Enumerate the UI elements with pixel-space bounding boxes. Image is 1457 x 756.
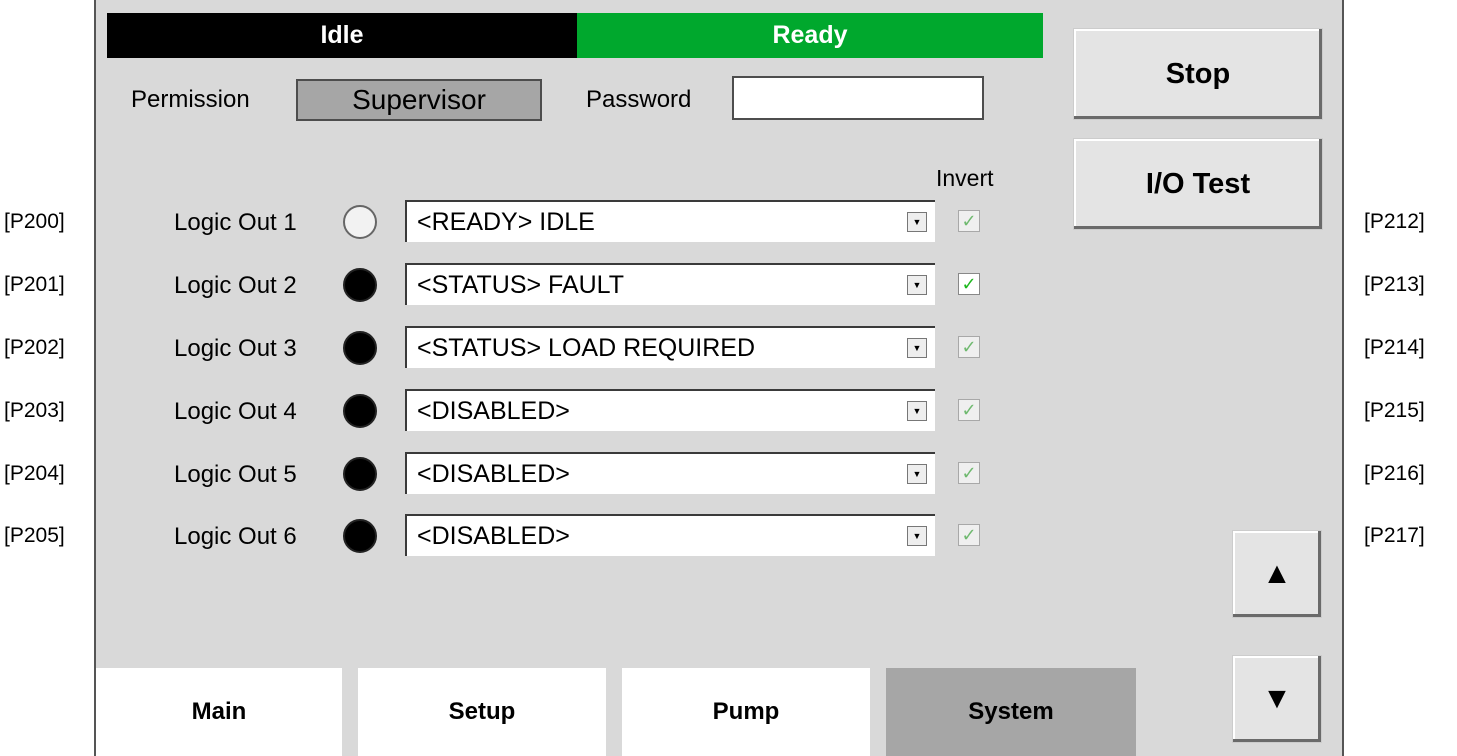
- status-led-3: [343, 331, 377, 365]
- param-right-4: [P215]: [1364, 399, 1425, 422]
- invert-header: Invert: [936, 165, 994, 191]
- logic-out-label-4: Logic Out 4: [174, 398, 297, 425]
- tab-system[interactable]: System: [886, 668, 1136, 756]
- param-left-3: [P202]: [4, 336, 65, 359]
- logic-out-label-2: Logic Out 2: [174, 272, 297, 299]
- param-right-1: [P212]: [1364, 210, 1425, 233]
- logic-out-label-3: Logic Out 3: [174, 335, 297, 362]
- io-test-button[interactable]: I/O Test: [1073, 138, 1323, 230]
- status-led-4: [343, 394, 377, 428]
- tab-main[interactable]: Main: [96, 668, 342, 756]
- status-ready: Ready: [577, 13, 1043, 58]
- logic-out-select-6[interactable]: <DISABLED> ▼: [405, 514, 935, 556]
- invert-checkbox-2[interactable]: ✓: [958, 273, 980, 295]
- param-right-3: [P214]: [1364, 336, 1425, 359]
- status-idle: Idle: [107, 13, 577, 58]
- scroll-up-button[interactable]: ▲: [1232, 530, 1322, 618]
- chevron-down-icon[interactable]: ▼: [907, 464, 927, 484]
- logic-out-label-5: Logic Out 5: [174, 461, 297, 488]
- logic-out-select-3[interactable]: <STATUS> LOAD REQUIRED ▼: [405, 326, 935, 368]
- select-value-6: <DISABLED>: [417, 521, 570, 550]
- stop-button[interactable]: Stop: [1073, 28, 1323, 120]
- status-led-2: [343, 268, 377, 302]
- chevron-down-icon[interactable]: ▼: [907, 338, 927, 358]
- select-value-1: <READY> IDLE: [417, 207, 595, 236]
- param-left-5: [P204]: [4, 462, 65, 485]
- status-led-6: [343, 519, 377, 553]
- chevron-down-icon[interactable]: ▼: [907, 526, 927, 546]
- permission-label: Permission: [131, 86, 250, 113]
- password-label: Password: [586, 86, 692, 113]
- invert-checkbox-3[interactable]: ✓: [958, 336, 980, 358]
- logic-out-label-1: Logic Out 1: [174, 209, 297, 236]
- param-left-1: [P200]: [4, 210, 65, 233]
- param-left-4: [P203]: [4, 399, 65, 422]
- tab-setup[interactable]: Setup: [358, 668, 606, 756]
- logic-out-select-4[interactable]: <DISABLED> ▼: [405, 389, 935, 431]
- invert-checkbox-6[interactable]: ✓: [958, 524, 980, 546]
- tab-pump[interactable]: Pump: [622, 668, 870, 756]
- permission-value[interactable]: Supervisor: [296, 79, 542, 121]
- select-value-4: <DISABLED>: [417, 396, 570, 425]
- param-right-6: [P217]: [1364, 524, 1425, 547]
- param-right-2: [P213]: [1364, 273, 1425, 296]
- scroll-down-button[interactable]: ▼: [1232, 655, 1322, 743]
- logic-out-select-5[interactable]: <DISABLED> ▼: [405, 452, 935, 494]
- param-left-6: [P205]: [4, 524, 65, 547]
- status-led-1: [343, 205, 377, 239]
- param-right-5: [P216]: [1364, 462, 1425, 485]
- chevron-down-icon[interactable]: ▼: [907, 275, 927, 295]
- password-field[interactable]: [732, 76, 984, 120]
- invert-checkbox-5[interactable]: ✓: [958, 462, 980, 484]
- logic-out-label-6: Logic Out 6: [174, 523, 297, 550]
- chevron-down-icon[interactable]: ▼: [907, 401, 927, 421]
- invert-checkbox-4[interactable]: ✓: [958, 399, 980, 421]
- select-value-2: <STATUS> FAULT: [417, 270, 624, 299]
- select-value-3: <STATUS> LOAD REQUIRED: [417, 333, 756, 362]
- logic-out-select-2[interactable]: <STATUS> FAULT ▼: [405, 263, 935, 305]
- select-value-5: <DISABLED>: [417, 459, 570, 488]
- invert-checkbox-1[interactable]: ✓: [958, 210, 980, 232]
- chevron-down-icon[interactable]: ▼: [907, 212, 927, 232]
- logic-out-select-1[interactable]: <READY> IDLE ▼: [405, 200, 935, 242]
- status-led-5: [343, 457, 377, 491]
- param-left-2: [P201]: [4, 273, 65, 296]
